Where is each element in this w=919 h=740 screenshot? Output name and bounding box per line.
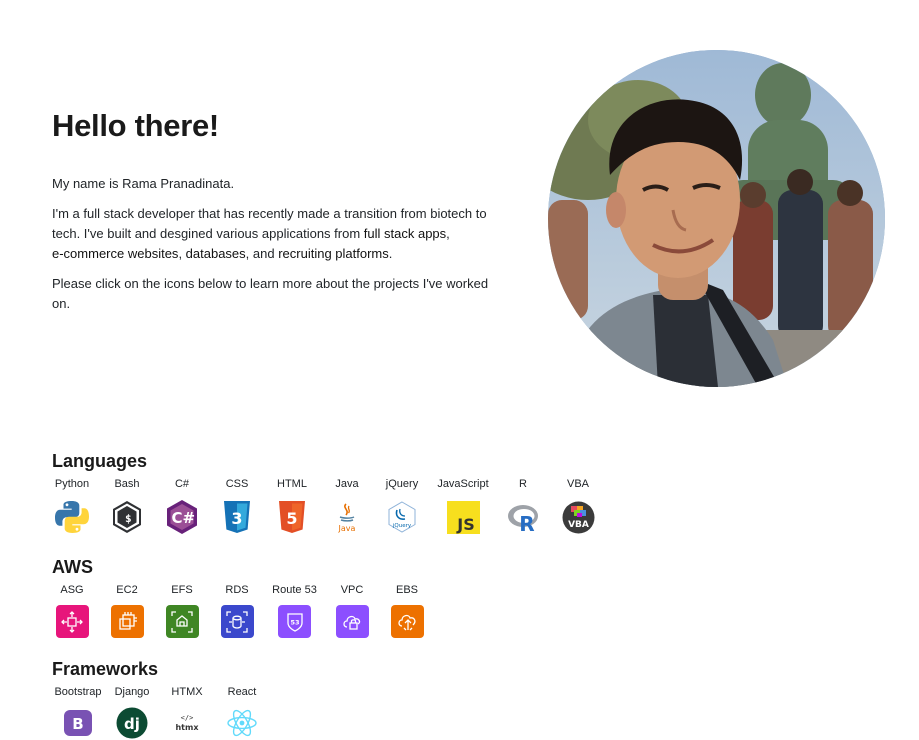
intro-section: Hello there! My name is Rama Pranadinata… xyxy=(52,108,492,324)
language-label: VBA xyxy=(566,478,589,490)
htmx-wordmark: htmx xyxy=(175,723,199,732)
route53-glyph: 53 xyxy=(290,618,299,626)
bio-paragraph: I'm a full stack developer that has rece… xyxy=(52,204,492,264)
r-icon[interactable]: R xyxy=(505,499,541,535)
framework-label: React xyxy=(227,686,257,698)
python-icon[interactable] xyxy=(54,499,90,535)
language-label: JavaScript xyxy=(437,478,489,490)
html-glyph: 5 xyxy=(286,509,297,528)
vpc-icon[interactable] xyxy=(335,605,369,638)
csharp-icon[interactable]: C# xyxy=(164,499,200,535)
bio-separator: . xyxy=(388,246,393,261)
aws-label: Route 53 xyxy=(272,584,317,596)
csharp-glyph: C# xyxy=(172,509,196,527)
rds-icon[interactable] xyxy=(220,605,254,638)
language-python[interactable]: Python xyxy=(52,477,92,535)
framework-htmx[interactable]: HTMX </> htmx xyxy=(167,685,207,740)
aws-asg[interactable]: ASG xyxy=(52,583,92,638)
r-glyph: R xyxy=(519,512,534,533)
language-vba[interactable]: VBA VBA xyxy=(558,477,598,535)
aws-heading: AWS xyxy=(52,557,94,577)
javascript-icon[interactable]: JS xyxy=(445,499,481,535)
jquery-icon[interactable]: jQuery xyxy=(384,499,420,535)
framework-label: HTMX xyxy=(171,686,203,698)
name-paragraph: My name is Rama Pranadinata. xyxy=(52,176,235,191)
bootstrap-glyph: B xyxy=(72,715,83,733)
language-label: R xyxy=(519,478,527,490)
java-icon[interactable]: Java xyxy=(329,499,365,535)
language-label: Bash xyxy=(114,478,140,490)
bio-separator: , and xyxy=(245,246,279,261)
framework-react[interactable]: React xyxy=(222,685,262,740)
django-icon[interactable]: dj xyxy=(114,705,150,740)
languages-row: Python Bash $ C# C# CSS 3 HTML 5 Java Ja… xyxy=(52,477,598,535)
aws-label: EC2 xyxy=(116,584,138,596)
language-javascript[interactable]: JavaScript JS xyxy=(437,477,489,535)
profile-photo-illustration xyxy=(548,50,885,387)
frameworks-row: Bootstrap B Django dj HTMX </> htmx Reac… xyxy=(52,685,262,740)
language-label: HTML xyxy=(277,478,307,490)
framework-label: Django xyxy=(114,686,150,698)
framework-bootstrap[interactable]: Bootstrap B xyxy=(52,685,104,740)
recruiting-platforms-link[interactable]: recruiting platforms xyxy=(278,246,389,261)
django-glyph: dj xyxy=(124,715,140,733)
java-wordmark: Java xyxy=(338,524,356,533)
aws-efs[interactable]: EFS xyxy=(162,583,202,638)
language-label: jQuery xyxy=(385,478,419,490)
svg-text:$: $ xyxy=(125,512,132,525)
language-label: Java xyxy=(335,478,359,490)
language-label: C# xyxy=(174,478,190,490)
framework-label: Bootstrap xyxy=(54,686,102,698)
language-r[interactable]: R R xyxy=(503,477,543,535)
route53-icon[interactable]: 53 xyxy=(278,605,311,638)
aws-route53[interactable]: Route 53 53 xyxy=(272,583,317,638)
frameworks-heading: Frameworks xyxy=(52,659,159,679)
language-label: CSS xyxy=(225,478,249,490)
language-css[interactable]: CSS 3 xyxy=(217,477,257,535)
aws-label: ASG xyxy=(60,584,84,596)
bootstrap-icon[interactable]: B xyxy=(60,705,96,740)
javascript-glyph: JS xyxy=(456,515,474,534)
language-jquery[interactable]: jQuery jQuery xyxy=(382,477,422,535)
framework-django[interactable]: Django dj xyxy=(112,685,152,740)
aws-ebs[interactable]: EBS xyxy=(387,583,427,638)
htmx-tag-glyph: </> xyxy=(181,714,194,722)
language-html[interactable]: HTML 5 xyxy=(272,477,312,535)
vba-icon[interactable]: VBA xyxy=(560,499,596,535)
full-stack-apps-link[interactable]: full stack apps xyxy=(364,226,446,241)
aws-vpc[interactable]: VPC xyxy=(332,583,372,638)
css-glyph: 3 xyxy=(231,509,242,528)
databases-link[interactable]: databases xyxy=(186,246,246,261)
asg-icon[interactable] xyxy=(55,605,89,638)
language-label: Python xyxy=(54,478,90,490)
profile-photo xyxy=(548,50,885,387)
language-java[interactable]: Java Java xyxy=(327,477,367,535)
languages-heading: Languages xyxy=(52,451,148,471)
ec2-icon[interactable] xyxy=(110,605,144,638)
ebs-icon[interactable] xyxy=(390,605,424,638)
efs-icon[interactable] xyxy=(165,605,199,638)
aws-row: ASG EC2 EFS RDS Route 53 53 VPC EBS xyxy=(52,583,427,638)
cta-paragraph: Please click on the icons below to learn… xyxy=(52,276,489,311)
react-icon[interactable] xyxy=(224,705,260,740)
bio-separator: , xyxy=(446,226,450,241)
aws-label: VPC xyxy=(340,584,364,596)
jquery-wordmark: jQuery xyxy=(392,523,412,529)
ecommerce-link[interactable]: e-commerce websites xyxy=(52,246,178,261)
vba-wordmark: VBA xyxy=(568,520,589,530)
page-title: Hello there! xyxy=(52,108,219,143)
aws-label: RDS xyxy=(225,584,249,596)
language-csharp[interactable]: C# C# xyxy=(162,477,202,535)
aws-rds[interactable]: RDS xyxy=(217,583,257,638)
aws-ec2[interactable]: EC2 xyxy=(107,583,147,638)
html-icon[interactable]: 5 xyxy=(274,499,310,535)
htmx-icon[interactable]: </> htmx xyxy=(169,705,205,740)
css-icon[interactable]: 3 xyxy=(219,499,255,535)
bash-icon[interactable]: $ xyxy=(109,499,145,535)
bio-separator: , xyxy=(178,246,186,261)
language-bash[interactable]: Bash $ xyxy=(107,477,147,535)
aws-label: EBS xyxy=(395,584,418,596)
aws-label: EFS xyxy=(171,584,193,596)
